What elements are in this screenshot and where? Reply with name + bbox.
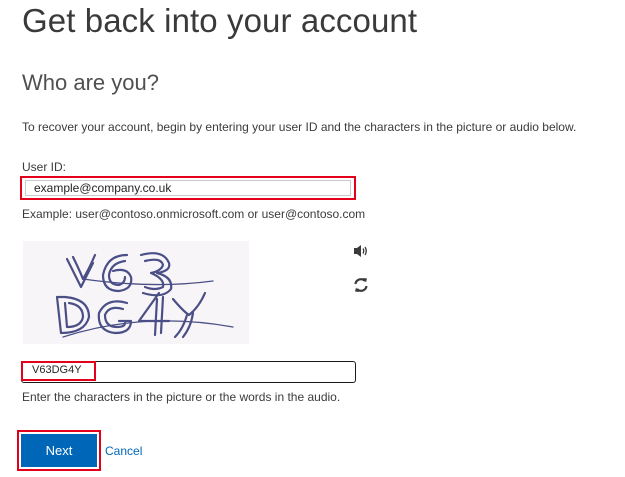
- page-title: Get back into your account: [22, 2, 418, 39]
- captcha-image: [23, 241, 249, 344]
- captcha-input-value: V63DG4Y: [32, 364, 82, 376]
- refresh-icon: [354, 278, 368, 292]
- captcha-input[interactable]: V63DG4Y: [21, 361, 356, 383]
- captcha-refresh-button[interactable]: [352, 276, 370, 294]
- user-id-input[interactable]: [25, 180, 351, 196]
- section-title: Who are you?: [22, 70, 159, 95]
- captcha-drawing: [55, 252, 234, 339]
- user-id-example: Example: user@contoso.onmicrosoft.com or…: [22, 207, 366, 221]
- user-id-label: User ID:: [22, 160, 67, 174]
- captcha-help-text: Enter the characters in the picture or t…: [22, 390, 341, 404]
- captcha-audio-button[interactable]: [352, 243, 370, 259]
- cancel-link[interactable]: Cancel: [105, 444, 142, 458]
- recovery-instructions: To recover your account, begin by enteri…: [22, 120, 577, 134]
- user-id-highlight: [20, 176, 356, 200]
- speaker-icon: [354, 245, 367, 257]
- next-button[interactable]: Next: [21, 434, 97, 467]
